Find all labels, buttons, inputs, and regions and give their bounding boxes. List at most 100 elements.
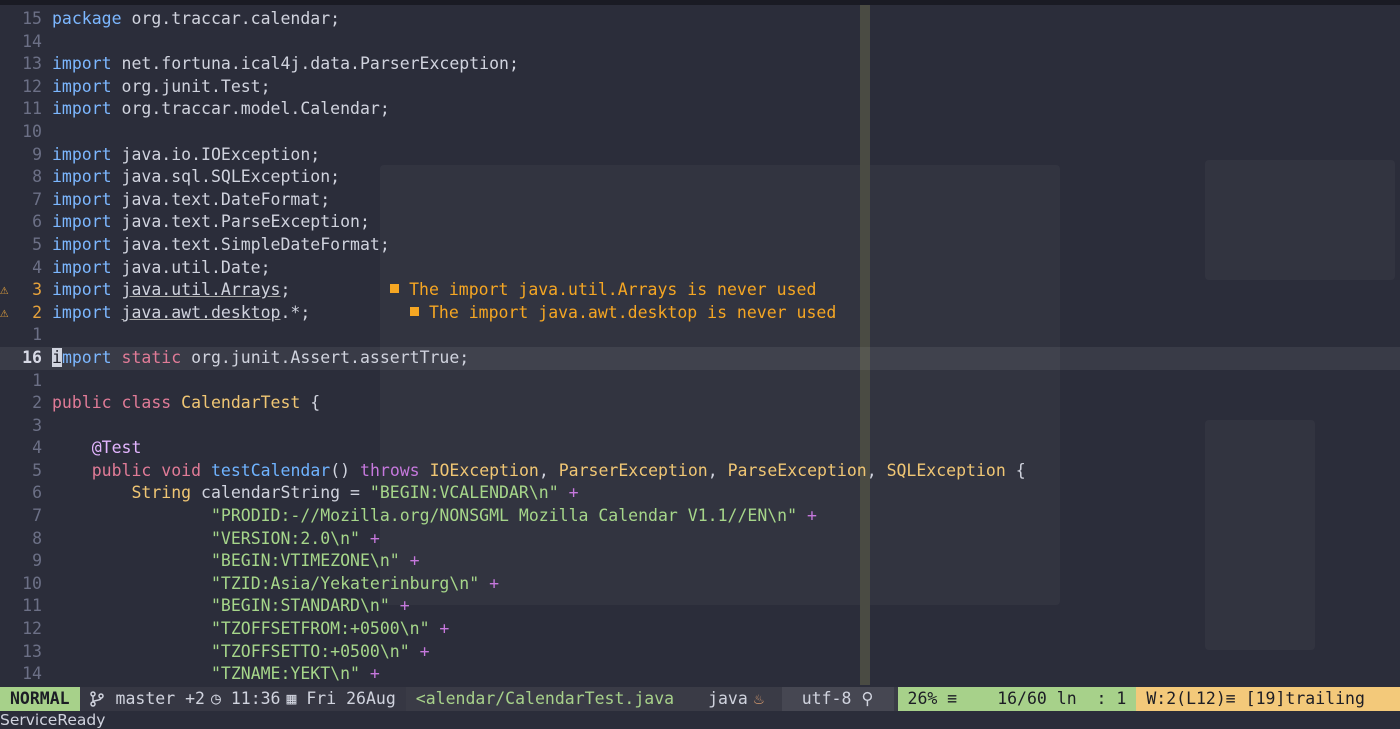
code-line[interactable]: 16 import static org.junit.Assert.assertT…	[0, 346, 1400, 370]
code-text[interactable]: "TZOFFSETFROM:+0500\n" +	[52, 618, 449, 641]
code-line[interactable]: ⚠ 3 import java.util.Arrays; The import ja…	[0, 279, 1400, 302]
code-line[interactable]: 9 import java.io.IOException;	[0, 144, 1400, 167]
code-text[interactable]: import java.util.Arrays; The import java…	[52, 279, 816, 302]
code-text[interactable]: @Test	[52, 437, 142, 460]
code-text[interactable]: import java.awt.desktop.*; The import ja…	[52, 302, 836, 325]
position-segment: 26% ≡ 16/60 ln : 1	[897, 687, 1137, 711]
cursor-position: 16/60 ln : 1	[997, 689, 1127, 708]
code-token: java.text.DateFormat;	[111, 189, 331, 209]
line-number: 2	[32, 302, 42, 322]
line-number: 9	[32, 551, 42, 571]
code-line[interactable]: 6 import java.text.ParseException;	[0, 211, 1400, 234]
line-number: 10	[22, 573, 42, 593]
line-number: 4	[32, 257, 42, 277]
code-token: +	[558, 483, 579, 503]
java-icon: ♨	[753, 689, 764, 708]
code-text[interactable]: "BEGIN:STANDARD\n" +	[52, 595, 410, 618]
code-text[interactable]: public void testCalendar() throws IOExce…	[52, 460, 1026, 483]
code-token: @Test	[91, 438, 142, 458]
code-line[interactable]: 1	[0, 370, 1400, 393]
code-line[interactable]: 7 "PRODID:-//Mozilla.org/NONSGML Mozilla…	[0, 505, 1400, 528]
code-line[interactable]: 3	[0, 415, 1400, 438]
code-line[interactable]: 6 String calendarString = "BEGIN:VCALEND…	[0, 482, 1400, 505]
code-line[interactable]: 15 package org.traccar.calendar;	[0, 8, 1400, 31]
code-text[interactable]: import org.traccar.model.Calendar;	[52, 98, 390, 121]
code-text[interactable]: "TZNAME:YEKT\n" +	[52, 663, 380, 686]
code-text[interactable]: public class CalendarTest {	[52, 392, 320, 415]
code-line[interactable]: 11 import org.traccar.model.Calendar;	[0, 98, 1400, 121]
line-number: 11	[22, 596, 42, 616]
code-line[interactable]: 7 import java.text.DateFormat;	[0, 189, 1400, 212]
mode-indicator: NORMAL	[0, 687, 80, 711]
command-message: ServiceReady	[0, 711, 1400, 729]
code-text[interactable]: package org.traccar.calendar;	[52, 8, 340, 31]
code-token: import	[52, 144, 112, 164]
code-token: org.junit.Test;	[111, 76, 271, 96]
code-text[interactable]: import org.junit.Test;	[52, 76, 271, 99]
code-token: mport	[61, 347, 112, 367]
code-line[interactable]: 8 import java.sql.SQLException;	[0, 166, 1400, 189]
line-number: 14	[22, 31, 42, 51]
code-text[interactable]: import net.fortuna.ical4j.data.ParserExc…	[52, 53, 519, 76]
code-line[interactable]: ⚠ 2 import java.awt.desktop.*; The import …	[0, 302, 1400, 325]
code-line[interactable]: 14 "TZNAME:YEKT\n" +	[0, 663, 1400, 686]
code-token: +	[429, 619, 450, 639]
code-line[interactable]: 10	[0, 121, 1400, 144]
code-text[interactable]: "VERSION:2.0\n" +	[52, 528, 380, 551]
code-line[interactable]: 12 "TZOFFSETFROM:+0500\n" +	[0, 618, 1400, 641]
code-token: {	[300, 393, 321, 413]
code-line[interactable]: 11 "BEGIN:STANDARD\n" +	[0, 595, 1400, 618]
code-text[interactable]: import java.util.Date;	[52, 257, 271, 280]
file-name[interactable]: <alendar/CalendarTest.java	[406, 687, 684, 711]
line-number: 15	[22, 9, 42, 28]
code-token: ()	[330, 460, 361, 480]
code-text[interactable]: String calendarString = "BEGIN:VCALENDAR…	[52, 482, 579, 505]
code-line[interactable]: 13 import net.fortuna.ical4j.data.ParserE…	[0, 53, 1400, 76]
code-line[interactable]: 5 public void testCalendar() throws IOEx…	[0, 460, 1400, 483]
code-token: "TZID:Asia/Yekaterinburg\n"	[210, 573, 480, 593]
code-line[interactable]: 8 "VERSION:2.0\n" +	[0, 528, 1400, 551]
code-text[interactable]: "PRODID:-//Mozilla.org/NONSGML Mozilla C…	[52, 505, 817, 528]
code-token: java.text.ParseException;	[111, 212, 370, 232]
text-cursor: i	[52, 347, 62, 367]
git-branch-label: master +2	[105, 689, 205, 708]
code-line[interactable]: 4 import java.util.Date;	[0, 257, 1400, 280]
code-token: "TZOFFSETTO:+0500\n"	[210, 641, 410, 661]
code-token: CalendarTest	[181, 393, 301, 413]
code-editor[interactable]: 15 package org.traccar.calendar; 14 13 impor…	[0, 8, 1400, 686]
code-text[interactable]: import java.text.DateFormat;	[52, 189, 330, 212]
code-text[interactable]: import java.io.IOException;	[52, 144, 320, 167]
code-line[interactable]: 12 import org.junit.Test;	[0, 76, 1400, 99]
code-line[interactable]: 9 "BEGIN:VTIMEZONE\n" +	[0, 550, 1400, 573]
diagnostic-message: The import java.awt.desktop is never use…	[409, 303, 836, 322]
code-text[interactable]: "TZID:Asia/Yekaterinburg\n" +	[52, 573, 499, 596]
code-token: import	[52, 54, 112, 74]
code-text[interactable]: import java.text.SimpleDateFormat;	[52, 234, 390, 257]
code-line[interactable]: 2 public class CalendarTest {	[0, 392, 1400, 415]
code-token: import	[52, 167, 112, 187]
code-token: import	[52, 280, 112, 300]
code-line[interactable]: 5 import java.text.SimpleDateFormat;	[0, 234, 1400, 257]
code-text[interactable]: import java.text.ParseException;	[52, 211, 370, 234]
code-line[interactable]: 1	[0, 324, 1400, 347]
code-text[interactable]: "BEGIN:VTIMEZONE\n" +	[52, 550, 420, 573]
line-number: 14	[22, 664, 42, 684]
code-line[interactable]: 14	[0, 31, 1400, 54]
code-line[interactable]: 13 "TZOFFSETTO:+0500\n" +	[0, 641, 1400, 664]
code-token: .*;	[280, 302, 311, 322]
code-token: import	[52, 257, 112, 277]
code-text[interactable]: import java.sql.SQLException;	[52, 166, 340, 189]
code-text[interactable]: "TZOFFSETTO:+0500\n" +	[52, 641, 430, 664]
code-token: calendarString =	[191, 483, 370, 503]
code-line[interactable]: 4 @Test	[0, 437, 1400, 460]
code-text[interactable]: import static org.junit.Assert.assertTru…	[52, 347, 469, 370]
code-line[interactable]: 10 "TZID:Asia/Yekaterinburg\n" +	[0, 573, 1400, 596]
code-token: +	[359, 528, 380, 548]
line-number: 7	[32, 506, 42, 526]
code-token: testCalendar	[210, 460, 331, 480]
